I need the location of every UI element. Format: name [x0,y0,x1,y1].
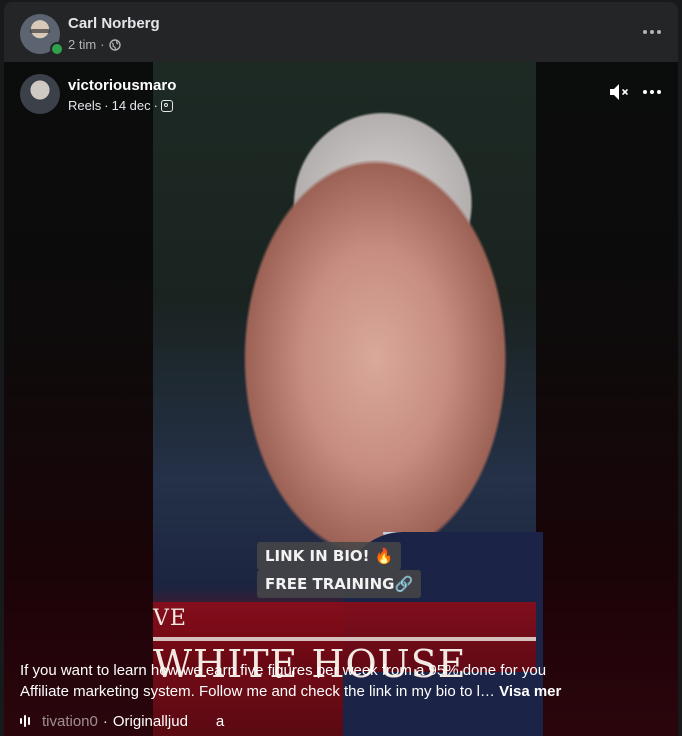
reel-video[interactable]: VE WHITE HOUSE [153,62,543,736]
sticker-line-2: FREE TRAINING🔗 [257,570,422,598]
audio-row[interactable]: tivation0 · Originalljud a [20,711,224,731]
reel-author-name[interactable]: victoriousmaro [68,77,176,94]
reel-date[interactable]: 14 dec [112,98,151,113]
online-status-indicator [50,42,64,56]
post-card: Carl Norberg 2 tim · VE WHITE HOUSE LINK… [4,2,678,736]
meta-separator: · [100,37,105,52]
audio-title[interactable]: tivation0 [42,713,98,730]
reel-author-avatar[interactable] [20,74,60,114]
video-text-sticker: LINK IN BIO! 🔥 FREE TRAINING🔗 [257,542,422,598]
more-horizontal-icon [643,90,661,94]
globe-icon [108,38,121,51]
sticker-line-1: LINK IN BIO! 🔥 [257,542,402,570]
caption-text: If you want to learn how we earn five fi… [20,662,547,700]
audio-wave-icon [20,714,36,728]
reel-player[interactable]: VE WHITE HOUSE LINK IN BIO! 🔥 FREE TRAIN… [4,62,678,736]
more-horizontal-icon [643,30,661,34]
reel-source: Reels [68,98,102,113]
video-chyron-small: VE [153,606,187,631]
reel-caption: If you want to learn how we earn five fi… [20,660,580,702]
author-name[interactable]: Carl Norberg [68,15,160,32]
volume-muted-icon [610,84,628,100]
audio-extra: a [215,712,225,730]
video-lower-bar [153,637,536,641]
mute-button[interactable] [608,82,632,102]
see-more-link[interactable]: Visa mer [499,683,561,700]
instagram-icon [160,99,173,112]
audio-separator: · [102,712,108,730]
post-more-button[interactable] [640,24,664,40]
post-header: Carl Norberg 2 tim · [4,2,678,62]
reel-meta-separator: · [153,98,158,113]
reel-meta-separator: · [104,98,109,113]
post-meta: 2 tim · [68,37,121,52]
reel-more-button[interactable] [640,84,664,100]
reel-meta: Reels · 14 dec · [68,98,173,113]
audio-label[interactable]: Originalljud [113,713,188,730]
post-time[interactable]: 2 tim [68,37,96,52]
